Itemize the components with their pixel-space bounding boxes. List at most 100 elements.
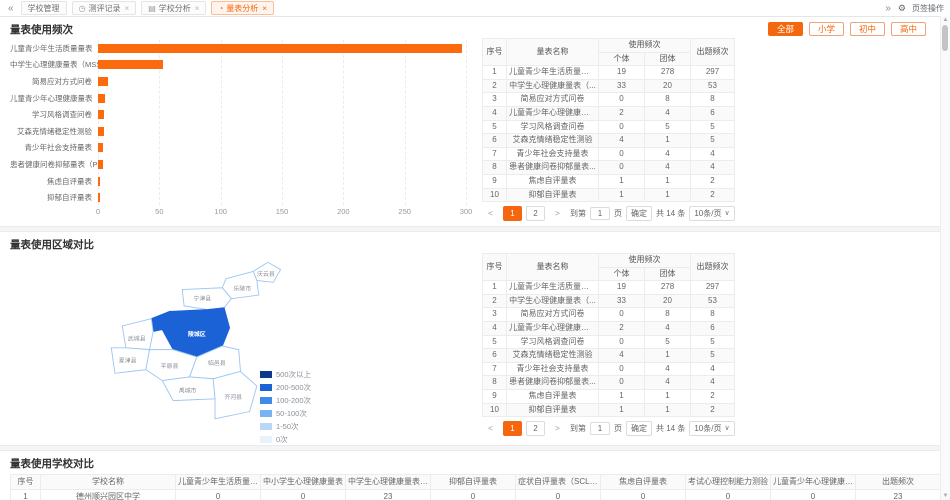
- tab-学校管理[interactable]: 学校管理: [21, 1, 67, 15]
- value-cell: 4: [691, 161, 735, 175]
- page-2-button[interactable]: 2: [526, 421, 545, 436]
- table-row: 6艾森克情绪稳定性测验415: [483, 134, 735, 148]
- value-cell: 5: [691, 349, 735, 363]
- collapse-tabs-icon[interactable]: «: [6, 3, 16, 14]
- bar-焦虑自评量表[interactable]: [98, 177, 100, 186]
- scroll-down-icon[interactable]: ▼: [941, 492, 950, 500]
- prev-page-button[interactable]: <: [482, 207, 499, 220]
- prev-page-button[interactable]: <: [482, 422, 499, 435]
- tab-测评记录[interactable]: ◷测评记录×: [72, 1, 137, 15]
- bar-中学生心理健康量表（MSSMHS）[interactable]: [98, 60, 163, 69]
- value-cell: 53: [691, 294, 735, 308]
- next-page-button[interactable]: >: [549, 422, 566, 435]
- legend-label: 500次以上: [276, 369, 311, 380]
- usage-bar-chart: 儿童青少年生活质量量表中学生心理健康量表（MSSMHS）简易应对方式问卷儿童青少…: [10, 40, 470, 218]
- value-cell: 4: [645, 321, 691, 335]
- bar-row: 儿童青少年生活质量量表: [10, 40, 470, 57]
- tab-icon: ◷: [79, 4, 86, 13]
- legend-swatch: [260, 410, 272, 417]
- scrollbar-thumb[interactable]: [942, 25, 948, 51]
- page-1-button[interactable]: 1: [503, 421, 522, 436]
- scale-name-cell: 中学生心理健康量表（...: [507, 79, 599, 93]
- value-cell: 0: [686, 490, 771, 500]
- page-1-button[interactable]: 1: [503, 206, 522, 221]
- bar-category-label: 焦虑自评量表: [10, 176, 98, 187]
- jump-page-input[interactable]: [590, 422, 610, 435]
- close-icon[interactable]: ×: [125, 4, 130, 13]
- value-cell: 0: [771, 490, 856, 500]
- bar-儿童青少年生活质量量表[interactable]: [98, 44, 462, 53]
- bar-青少年社会支持量表[interactable]: [98, 143, 103, 152]
- value-cell: 德州顺兴园区中学: [41, 490, 176, 500]
- close-icon[interactable]: ×: [262, 4, 267, 13]
- bar-儿童青少年心理健康量表[interactable]: [98, 94, 105, 103]
- value-cell: 2: [691, 174, 735, 188]
- value-cell: 1: [645, 174, 691, 188]
- page-size-value: 10条/页: [694, 422, 721, 435]
- filter-button-初中[interactable]: 初中: [850, 22, 885, 36]
- col-total: 出题频次: [691, 39, 735, 66]
- filter-button-高中[interactable]: 高中: [891, 22, 926, 36]
- value-cell: 9: [483, 389, 507, 403]
- value-cell: 4: [645, 161, 691, 175]
- value-cell: 10: [483, 188, 507, 202]
- value-cell: 23: [346, 490, 431, 500]
- scale-name-cell: 儿童青少年生活质量量表: [507, 281, 599, 295]
- scale-name-cell: 简易应对方式问卷: [507, 93, 599, 107]
- bar-row: 简易应对方式问卷: [10, 73, 470, 90]
- bar-学习风格调查问卷[interactable]: [98, 110, 104, 119]
- jump-confirm-button[interactable]: 确定: [626, 421, 652, 436]
- vertical-scrollbar[interactable]: ▲ ▼: [940, 16, 950, 500]
- table-row: 5学习风格调查问卷055: [483, 335, 735, 349]
- bar-艾森克情绪稳定性测验[interactable]: [98, 127, 104, 136]
- bar-抑郁自评量表[interactable]: [98, 193, 100, 202]
- page-size-select[interactable]: 10条/页 ∨: [689, 421, 734, 436]
- panel-usage-frequency: 量表使用频次 全部小学初中高中 儿童青少年生活质量量表中学生心理健康量表（MSS…: [0, 17, 950, 226]
- value-cell: 1: [599, 188, 645, 202]
- table-row: 5学习风格调查问卷055: [483, 120, 735, 134]
- scale-name-cell: 儿童青少年生活质量量表: [507, 66, 599, 80]
- value-cell: 297: [691, 66, 735, 80]
- tab-量表分析[interactable]: ◔量表分析×: [211, 1, 274, 15]
- tab-学校分析[interactable]: ▤学校分析×: [141, 1, 206, 15]
- scale-name-cell: 青少年社会支持量表: [507, 147, 599, 161]
- value-cell: 1: [483, 281, 507, 295]
- bar-患者健康问卷抑郁量表（PHQ-9）[interactable]: [98, 160, 103, 169]
- bar-简易应对方式问卷[interactable]: [98, 77, 108, 86]
- scroll-up-icon[interactable]: ▲: [941, 16, 950, 24]
- bar-track: [98, 94, 466, 103]
- value-cell: 0: [261, 490, 346, 500]
- panel-school-comparison: 量表使用学校对比 序号学校名称儿童青少年生活质量量表中小学生心理健康量表中学生心…: [0, 451, 950, 500]
- page-size-select[interactable]: 10条/页 ∨: [689, 206, 734, 221]
- value-cell: 33: [599, 294, 645, 308]
- value-cell: 1: [599, 174, 645, 188]
- school-col-header: 中小学生心理健康量表: [261, 475, 346, 490]
- value-cell: 0: [176, 490, 261, 500]
- col-individual: 个体: [599, 267, 645, 281]
- next-page-button[interactable]: >: [549, 207, 566, 220]
- col-group: 团体: [645, 52, 691, 66]
- bar-track: [98, 110, 466, 119]
- page-2-button[interactable]: 2: [526, 206, 545, 221]
- close-icon[interactable]: ×: [195, 4, 200, 13]
- school-col-header: 抑郁自评量表: [431, 475, 516, 490]
- filter-button-全部[interactable]: 全部: [768, 22, 803, 36]
- col-total: 出题频次: [691, 254, 735, 281]
- map-region-label: 宁津县: [193, 295, 211, 303]
- legend-swatch: [260, 436, 272, 443]
- value-cell: 4: [645, 147, 691, 161]
- value-cell: 0: [516, 490, 601, 500]
- table-row: 3简易应对方式问卷088: [483, 308, 735, 322]
- jump-suffix: 页: [614, 423, 622, 434]
- filter-button-小学[interactable]: 小学: [809, 22, 844, 36]
- jump-page-input[interactable]: [590, 207, 610, 220]
- col-group: 团体: [645, 267, 691, 281]
- jump-confirm-button[interactable]: 确定: [626, 206, 652, 221]
- col-scale-name: 量表名称: [507, 39, 599, 66]
- usage-table-2: 序号 量表名称 使用频次 出题频次 个体 团体 1儿童青少年生活质量量表1927…: [482, 253, 735, 417]
- tab-actions-label: 页签操作: [912, 3, 944, 14]
- value-cell: 0: [599, 376, 645, 390]
- tab-actions-button[interactable]: ⚙ 页签操作: [898, 3, 944, 14]
- map-region-武城县[interactable]: [122, 319, 153, 350]
- expand-tabs-icon[interactable]: »: [883, 3, 893, 14]
